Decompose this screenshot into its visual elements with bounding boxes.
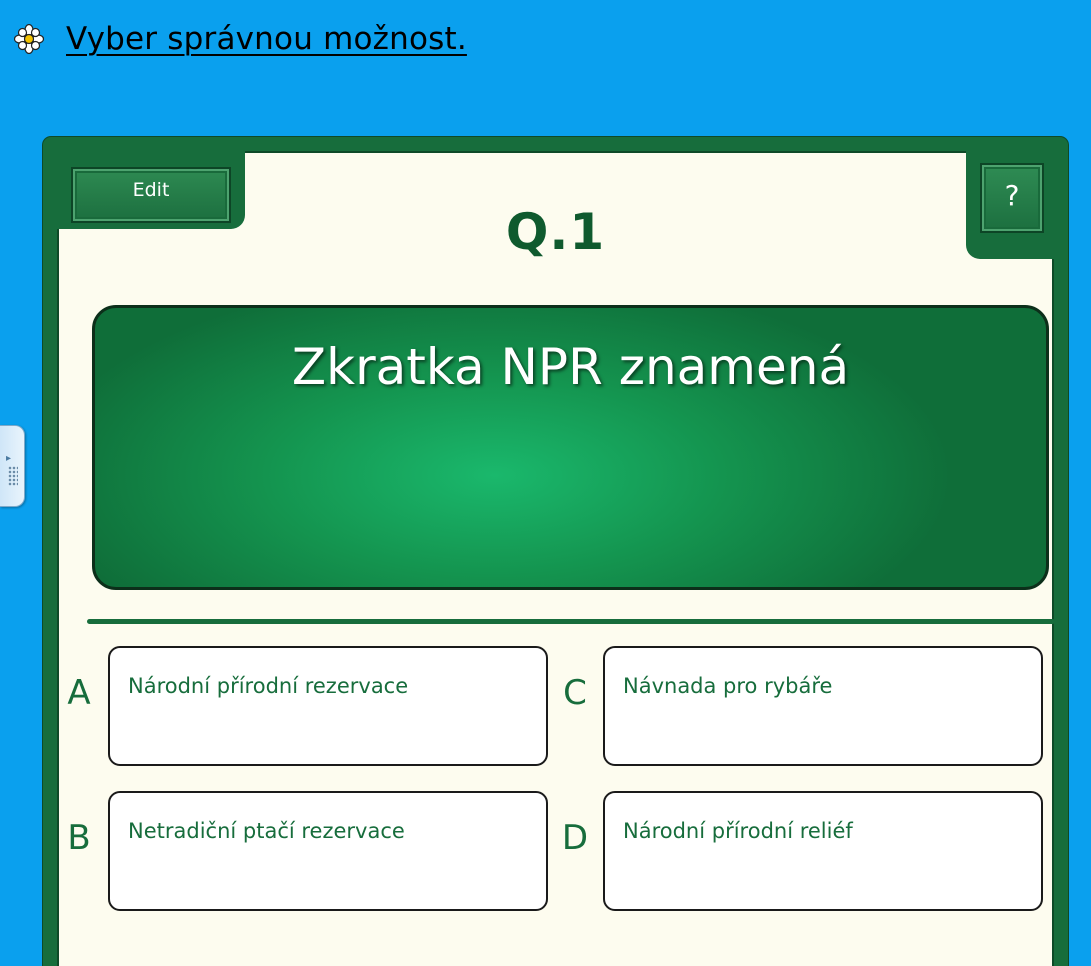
help-button[interactable]: ?	[980, 163, 1044, 233]
quiz-frame: Q.1 Zkratka NPR znamená A Národní přírod…	[43, 137, 1068, 966]
answer-letter-c: C	[563, 673, 587, 713]
answer-letter-b: B	[67, 818, 91, 858]
help-tab: ?	[966, 149, 1056, 259]
expand-arrow-icon: ▸	[6, 453, 12, 464]
question-panel: Zkratka NPR znamená	[92, 305, 1049, 590]
answer-option-d[interactable]: Národní přírodní reliéf	[603, 791, 1043, 911]
answer-option-b[interactable]: Netradiční ptačí rezervace	[108, 791, 548, 911]
instruction-bar: Vyber správnou možnost.	[14, 14, 467, 64]
divider	[87, 619, 1055, 624]
instruction-text: Vyber správnou možnost.	[66, 21, 467, 57]
edit-button[interactable]: Edit	[71, 167, 231, 223]
answer-letter-d: D	[561, 818, 589, 858]
quiz-panel: Q.1 Zkratka NPR znamená A Národní přírod…	[57, 151, 1055, 966]
answer-letter-a: A	[67, 673, 91, 713]
flower-icon	[14, 24, 44, 54]
edit-tab: Edit	[55, 149, 245, 229]
side-panel-handle[interactable]: ▸	[0, 425, 25, 507]
answer-option-a[interactable]: Národní přírodní rezervace	[108, 646, 548, 766]
answer-option-c[interactable]: Návnada pro rybáře	[603, 646, 1043, 766]
grip-icon	[8, 466, 18, 486]
question-text: Zkratka NPR znamená	[291, 338, 850, 396]
